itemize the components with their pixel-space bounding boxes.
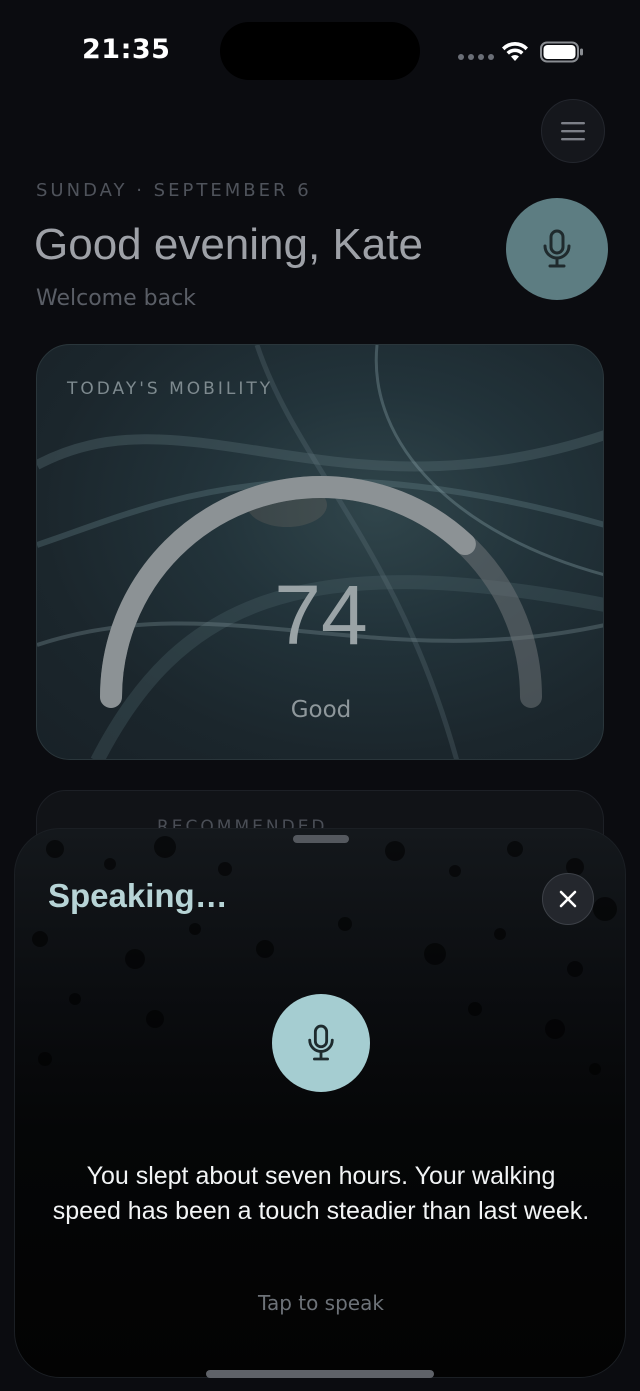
sheet-title: Speaking…	[48, 877, 228, 914]
home-screen: 21:35 SUNDAY · SEPTEMBER 6 Good evening,…	[0, 0, 640, 1391]
mobility-card[interactable]: TODAY'S MOBILITY 74 Good	[36, 344, 604, 760]
menu-button[interactable]	[541, 99, 605, 163]
home-indicator[interactable]	[206, 1370, 434, 1378]
voice-button[interactable]	[506, 198, 608, 300]
microphone-icon	[543, 229, 571, 268]
mobility-status: Good	[290, 697, 352, 723]
microphone-icon	[308, 1024, 334, 1061]
voice-sheet: Speaking… You slept about seven hours. Y…	[14, 828, 626, 1378]
sheet-grabber[interactable]	[293, 835, 349, 843]
close-icon	[559, 890, 577, 908]
welcome-subtitle: Welcome back	[36, 286, 196, 311]
greeting-title: Good evening, Kate	[34, 220, 423, 269]
speak-button[interactable]	[272, 994, 370, 1092]
close-button[interactable]	[542, 873, 594, 925]
tap-to-speak-hint[interactable]: Tap to speak	[15, 1291, 625, 1315]
speech-transcript: You slept about seven hours. Your walkin…	[52, 1162, 590, 1225]
hamburger-icon	[561, 122, 585, 141]
date-label: SUNDAY · SEPTEMBER 6	[36, 180, 312, 201]
mobility-score: 74	[274, 568, 368, 662]
